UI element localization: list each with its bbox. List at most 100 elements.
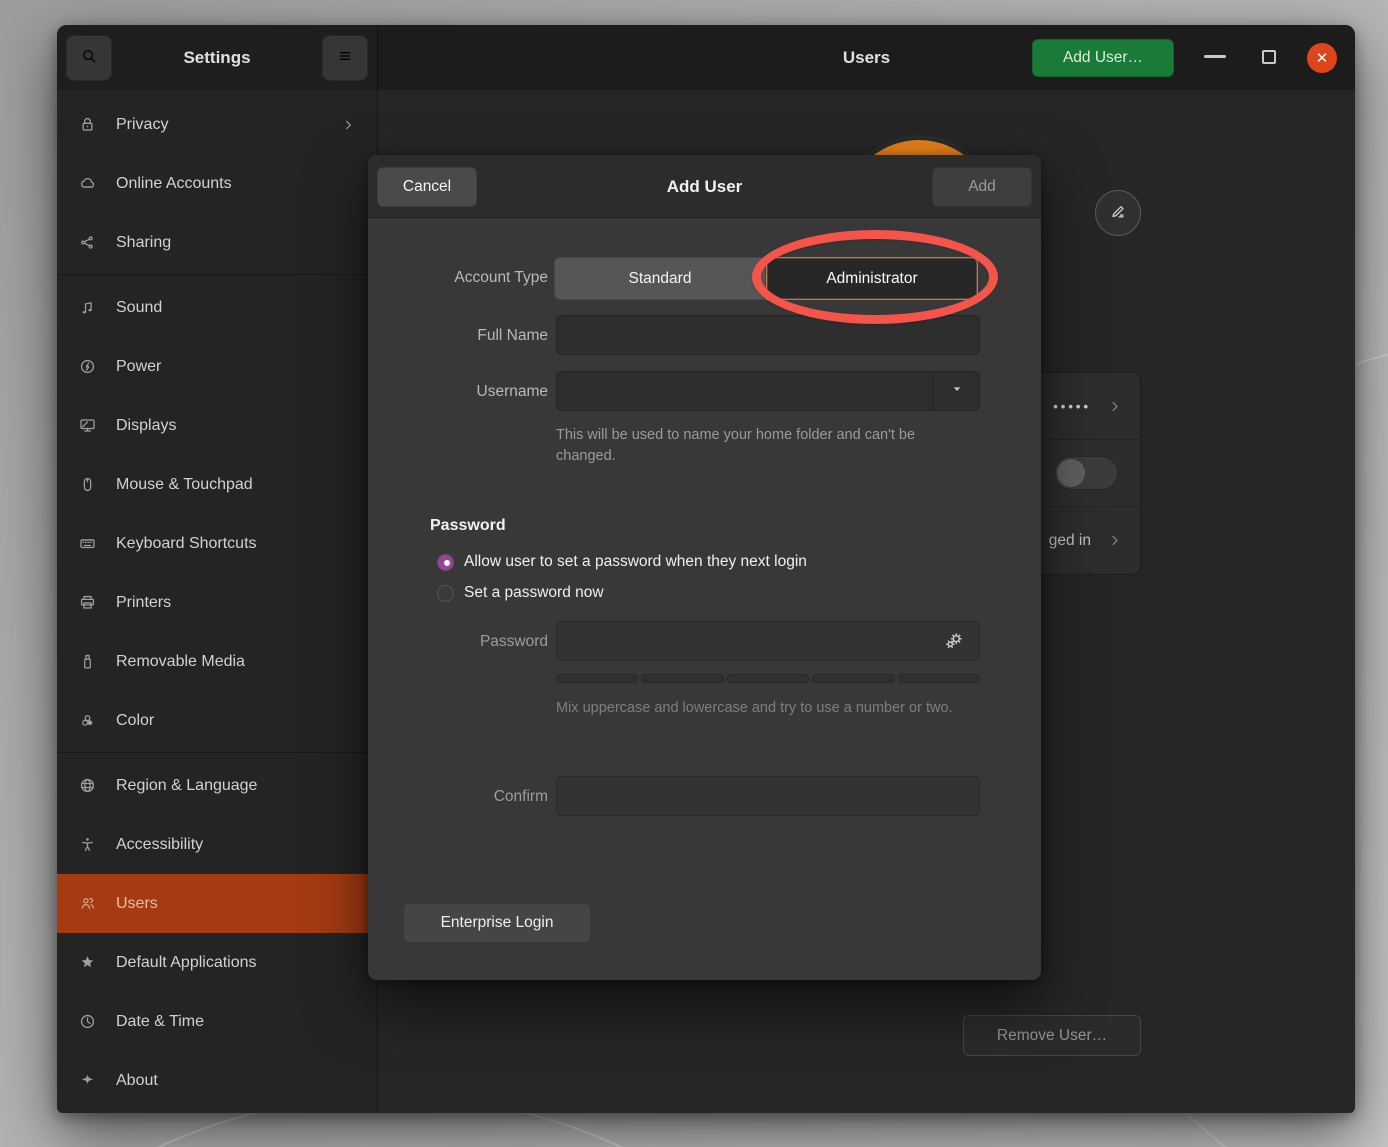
account-type-administrator-button[interactable]: Administrator [766,257,978,300]
radio-unselected-icon[interactable] [437,585,454,602]
username-help-text: This will be used to name your home fold… [556,425,968,466]
sidebar-item-sound[interactable]: Sound [57,278,377,337]
chevron-right-icon [341,118,355,132]
sidebar-item-label: Keyboard Shortcuts [116,535,257,553]
hamburger-icon [335,46,355,71]
generate-password-button[interactable] [940,629,968,657]
pencil-icon [1108,201,1128,226]
remove-user-button[interactable]: Remove User… [963,1015,1141,1056]
sidebar-item-keyboard-shortcuts[interactable]: Keyboard Shortcuts [57,514,377,573]
sidebar-item-date-time[interactable]: Date & Time [57,992,377,1051]
enterprise-login-button[interactable]: Enterprise Login [403,903,591,943]
music-note-icon [78,298,98,318]
username-input[interactable] [556,371,980,411]
username-dropdown-button[interactable] [933,371,980,411]
radio-label: Allow user to set a password when they n… [464,553,807,571]
sidebar-item-label: Mouse & Touchpad [116,476,253,494]
headerbar-left: Settings [57,25,378,90]
sidebar-item-about[interactable]: About [57,1051,377,1110]
sidebar-item-privacy[interactable]: Privacy [57,95,377,154]
chevron-right-icon [1107,399,1122,414]
strength-segment [727,674,809,683]
sidebar-item-label: Displays [116,417,176,435]
password-dots: ••••• [1053,399,1091,414]
sidebar-item-online-accounts[interactable]: Online Accounts [57,154,377,213]
sidebar-item-label: Power [116,358,161,376]
add-button[interactable]: Add [932,167,1032,207]
cancel-button[interactable]: Cancel [377,167,477,207]
radio-label: Set a password now [464,584,604,602]
share-icon [78,233,98,253]
cloud-icon [78,174,98,194]
password-field-label: Password [368,633,548,651]
sidebar-item-color[interactable]: Color [57,691,377,750]
sidebar-item-label: Users [116,895,158,913]
lock-icon [78,115,98,135]
full-name-label: Full Name [368,327,548,345]
primary-menu-button[interactable] [322,35,368,81]
sparkle-icon [78,1071,98,1091]
sidebar-item-printers[interactable]: Printers [57,573,377,632]
strength-segment [898,674,980,683]
dialog-header: Cancel Add User Add [368,155,1041,218]
maximize-button[interactable] [1262,50,1276,64]
sidebar-item-label: Online Accounts [116,175,232,193]
add-user-button[interactable]: Add User… [1032,39,1174,77]
printer-icon [78,593,98,613]
color-icon [78,711,98,731]
strength-segment [556,674,638,683]
desktop-background: Settings Users Add User… ✕ Privacy Online… [0,0,1388,1147]
logged-in-text: ged in [1049,532,1091,550]
radio-selected-icon[interactable] [437,554,454,571]
sidebar-item-users[interactable]: Users [57,874,377,933]
sidebar-item-label: Color [116,712,154,730]
account-type-standard-button[interactable]: Standard [554,257,766,300]
search-button[interactable] [66,35,112,81]
password-next-login-option[interactable]: Allow user to set a password when they n… [437,553,807,571]
chevron-down-icon [949,381,965,402]
sidebar-item-label: Printers [116,594,171,612]
power-icon [78,357,98,377]
sidebar-item-label: About [116,1072,158,1090]
sidebar-item-mouse-touchpad[interactable]: Mouse & Touchpad [57,455,377,514]
account-type-label: Account Type [368,269,548,287]
sidebar-divider [57,274,377,275]
sidebar-item-label: Sharing [116,234,171,252]
password-hint-text: Mix uppercase and lowercase and try to u… [556,698,968,719]
password-set-now-option[interactable]: Set a password now [437,584,604,602]
edit-avatar-button[interactable] [1095,190,1141,236]
sidebar-nav: Privacy Online Accounts Sharing Sound Power D… [57,90,378,1113]
confirm-label: Confirm [368,788,548,806]
password-input[interactable] [556,621,980,661]
gears-icon [943,630,965,657]
strength-segment [812,674,894,683]
sidebar-item-label: Accessibility [116,836,203,854]
toggle-knob [1057,459,1085,487]
sidebar-item-label: Default Applications [116,954,257,972]
clock-icon [78,1012,98,1032]
accessibility-icon [78,835,98,855]
globe-icon [78,776,98,796]
keyboard-icon [78,534,98,554]
settings-window: Settings Users Add User… ✕ Privacy Online… [57,25,1355,1113]
close-button[interactable]: ✕ [1307,43,1337,73]
sidebar-item-power[interactable]: Power [57,337,377,396]
sidebar-item-displays[interactable]: Displays [57,396,377,455]
users-icon [78,894,98,914]
sidebar-item-label: Removable Media [116,653,245,671]
minimize-button[interactable] [1204,55,1226,58]
confirm-password-input[interactable] [556,776,980,816]
sidebar-item-label: Date & Time [116,1013,204,1031]
sidebar-item-sharing[interactable]: Sharing [57,213,377,272]
usb-drive-icon [78,652,98,672]
toggle-switch[interactable] [1054,456,1118,490]
sidebar-item-default-applications[interactable]: Default Applications [57,933,377,992]
sidebar-item-region-language[interactable]: Region & Language [57,756,377,815]
sidebar-item-removable-media[interactable]: Removable Media [57,632,377,691]
sidebar-item-label: Region & Language [116,777,257,795]
username-label: Username [368,383,548,401]
sidebar-item-label: Sound [116,299,162,317]
magnifier-icon [79,46,99,71]
full-name-input[interactable] [556,315,980,355]
sidebar-item-accessibility[interactable]: Accessibility [57,815,377,874]
